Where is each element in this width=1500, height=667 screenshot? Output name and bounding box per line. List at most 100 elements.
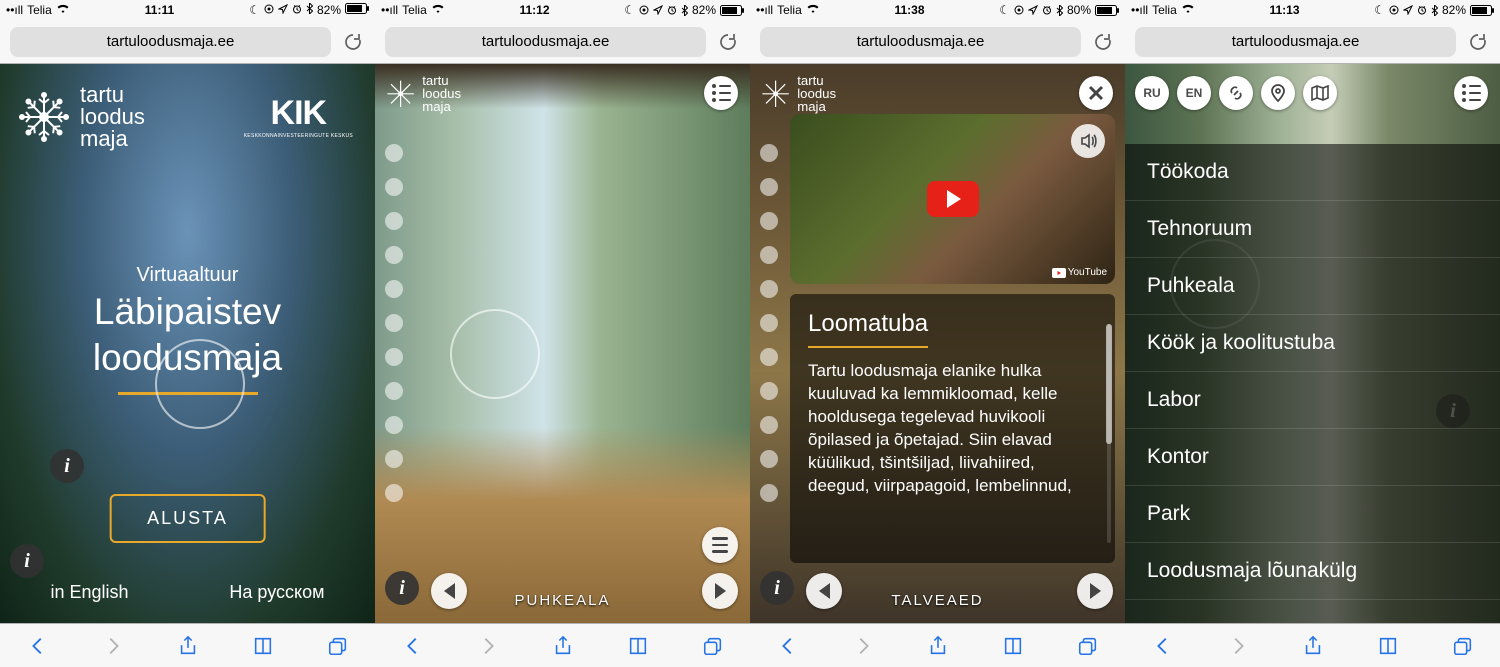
- pano-nav-circle[interactable]: [450, 309, 540, 399]
- share-button[interactable]: [548, 631, 578, 661]
- lang-ru-button[interactable]: RU: [1135, 76, 1169, 110]
- page-content[interactable]: RU EN i Töökoda Tehnoruum Puhkeala Köök …: [1125, 64, 1500, 623]
- link-button[interactable]: [1219, 76, 1253, 110]
- scene-dot[interactable]: [385, 450, 403, 468]
- scene-dot[interactable]: [385, 144, 403, 162]
- forward-button: [98, 631, 128, 661]
- panel-body: Tartu loodusmaja elanike hulka kuuluvad …: [808, 360, 1097, 498]
- menu-item[interactable]: Kontor: [1125, 429, 1500, 486]
- scene-dot[interactable]: [385, 314, 403, 332]
- start-label: ALUSTA: [147, 508, 228, 528]
- scene-dot[interactable]: [760, 382, 778, 400]
- menu-item[interactable]: Park: [1125, 486, 1500, 543]
- info-hotspot[interactable]: i: [50, 449, 84, 483]
- scene-dot[interactable]: [385, 382, 403, 400]
- scene-dot[interactable]: [760, 450, 778, 468]
- text-button[interactable]: [702, 527, 738, 563]
- bookmarks-button[interactable]: [1373, 631, 1403, 661]
- status-bar: ••ıllTelia 11:13 ☾ 82%: [1125, 0, 1500, 20]
- reload-button[interactable]: [1091, 30, 1115, 54]
- back-button[interactable]: [398, 631, 428, 661]
- start-button[interactable]: ALUSTA: [109, 494, 266, 543]
- bookmarks-button[interactable]: [623, 631, 653, 661]
- location-button[interactable]: [1261, 76, 1295, 110]
- chevron-right-icon: [715, 583, 726, 599]
- back-button[interactable]: [23, 631, 53, 661]
- scene-dot[interactable]: [760, 144, 778, 162]
- battery-percent: 82%: [317, 3, 341, 17]
- kik-logo: KIK KESKKONNAINVESTEERINGUTE KESKUS: [244, 94, 353, 139]
- menu-item[interactable]: Loodusmaja lõunakülg: [1125, 543, 1500, 600]
- tabs-button[interactable]: [1073, 631, 1103, 661]
- scene-dot[interactable]: [760, 280, 778, 298]
- menu-item[interactable]: Töökoda: [1125, 144, 1500, 201]
- scene-dot[interactable]: [385, 212, 403, 230]
- scene-dot[interactable]: [385, 348, 403, 366]
- forward-button: [473, 631, 503, 661]
- scene-dot[interactable]: [760, 246, 778, 264]
- sound-button[interactable]: [1071, 124, 1105, 158]
- info-button[interactable]: i: [760, 571, 794, 605]
- wifi-icon: [56, 3, 70, 17]
- back-button[interactable]: [1148, 631, 1178, 661]
- share-button[interactable]: [173, 631, 203, 661]
- lang-en[interactable]: in English: [50, 582, 128, 603]
- phone-screen-1: ••ıll Telia 11:11 ☾ 82%: [0, 0, 375, 667]
- text-lines-icon: [712, 537, 728, 553]
- next-scene-button[interactable]: [1077, 573, 1113, 609]
- bookmarks-button[interactable]: [998, 631, 1028, 661]
- next-scene-button[interactable]: [702, 573, 738, 609]
- forward-button: [1223, 631, 1253, 661]
- page-content[interactable]: tartuloodusmaja YouTube: [750, 64, 1125, 623]
- scene-dot[interactable]: [760, 314, 778, 332]
- url-field[interactable]: tartuloodusmaja.ee: [1135, 27, 1456, 57]
- url-field[interactable]: tartuloodusmaja.ee: [10, 27, 331, 57]
- menu-item[interactable]: Puhkeala: [1125, 258, 1500, 315]
- back-button[interactable]: [773, 631, 803, 661]
- prev-scene-button[interactable]: [806, 573, 842, 609]
- reload-button[interactable]: [716, 30, 740, 54]
- prev-scene-button[interactable]: [431, 573, 467, 609]
- menu-item[interactable]: Köök ja koolitustuba: [1125, 315, 1500, 372]
- phone-screen-3: ••ıllTelia 11:38 ☾ 80% tartuloodusmaja.e…: [750, 0, 1125, 667]
- title-underline: [808, 346, 928, 348]
- tabs-button[interactable]: [1448, 631, 1478, 661]
- scene-dot[interactable]: [760, 212, 778, 230]
- menu-list-button[interactable]: [704, 76, 738, 110]
- scene-dot[interactable]: [760, 178, 778, 196]
- url-field[interactable]: tartuloodusmaja.ee: [385, 27, 706, 57]
- bookmarks-button[interactable]: [248, 631, 278, 661]
- menu-item[interactable]: Tehnoruum: [1125, 201, 1500, 258]
- page-content[interactable]: tartuloodusmaja i PUHKEALA: [375, 64, 750, 623]
- share-button[interactable]: [1298, 631, 1328, 661]
- tabs-button[interactable]: [698, 631, 728, 661]
- scene-dot[interactable]: [760, 348, 778, 366]
- scrollbar-thumb[interactable]: [1106, 324, 1112, 444]
- scene-dot[interactable]: [385, 416, 403, 434]
- close-button[interactable]: [1079, 76, 1113, 110]
- scene-dot[interactable]: [385, 178, 403, 196]
- lang-en-button[interactable]: EN: [1177, 76, 1211, 110]
- scene-dot[interactable]: [760, 416, 778, 434]
- map-button[interactable]: [1303, 76, 1337, 110]
- lang-ru[interactable]: На русском: [229, 582, 324, 603]
- url-field[interactable]: tartuloodusmaja.ee: [760, 27, 1081, 57]
- chevron-right-icon: [1090, 583, 1101, 599]
- info-hotspot[interactable]: i: [10, 544, 44, 578]
- scene-menu-panel: Töökoda Tehnoruum Puhkeala Köök ja kooli…: [1125, 144, 1500, 623]
- share-button[interactable]: [923, 631, 953, 661]
- pano-nav-circle[interactable]: [155, 339, 245, 429]
- scene-dot[interactable]: [385, 246, 403, 264]
- logo: tartu loodus maja: [18, 84, 145, 150]
- scene-dot[interactable]: [760, 484, 778, 502]
- scene-dot[interactable]: [385, 280, 403, 298]
- reload-button[interactable]: [341, 30, 365, 54]
- reload-button[interactable]: [1466, 30, 1490, 54]
- tabs-button[interactable]: [323, 631, 353, 661]
- video-thumbnail[interactable]: YouTube: [790, 114, 1115, 284]
- chevron-left-icon: [819, 583, 830, 599]
- info-button[interactable]: i: [385, 571, 419, 605]
- menu-list-button[interactable]: [1454, 76, 1488, 110]
- scene-dot[interactable]: [385, 484, 403, 502]
- menu-item[interactable]: Labor: [1125, 372, 1500, 429]
